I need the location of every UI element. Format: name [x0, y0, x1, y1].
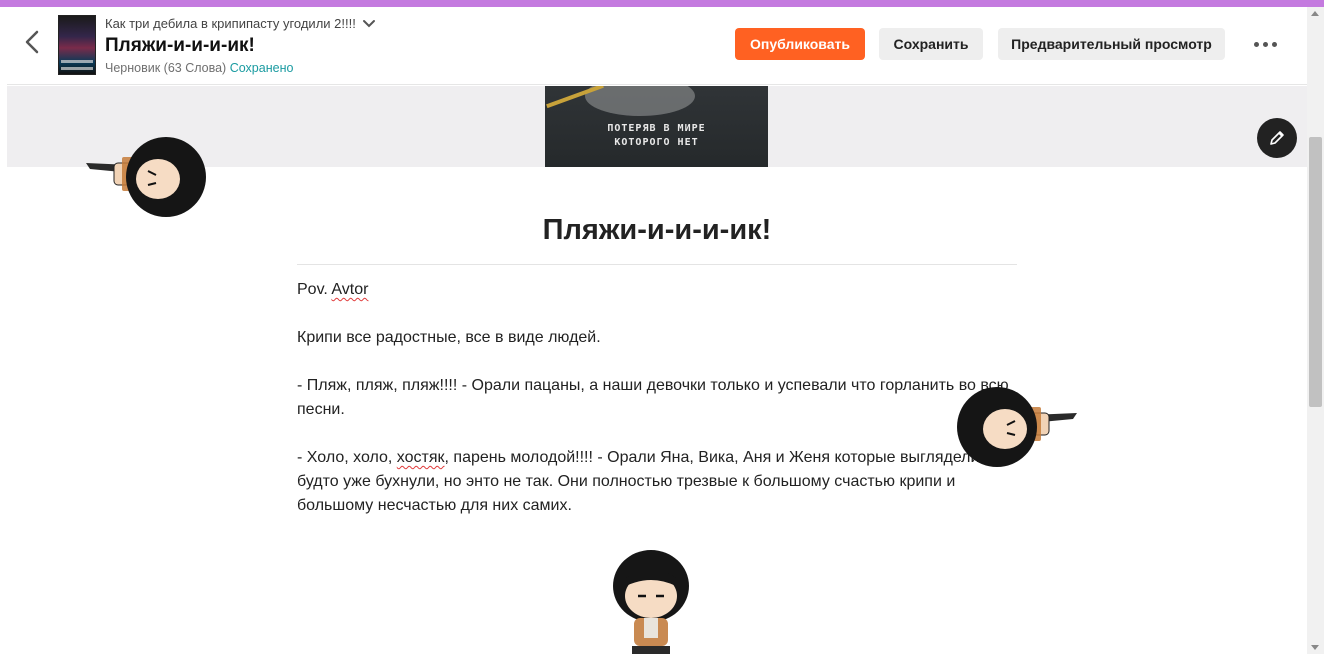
chevron-down-icon: [362, 19, 375, 27]
banner-caption-line-2: КОТОРОГО НЕТ: [614, 137, 699, 148]
document-body[interactable]: Pov. Avtor Крипи все радостные, все в ви…: [297, 278, 1019, 542]
story-selector[interactable]: Как три дебила в крипипасту угодили 2!!!…: [105, 16, 376, 31]
chibi-sticker-right: [957, 387, 1077, 467]
publish-button[interactable]: Опубликовать: [735, 28, 865, 60]
banner-caption-line-1: ПОТЕРЯВ В МИРЕ: [607, 123, 706, 134]
save-status: Сохранено: [229, 61, 294, 75]
page-scrollbar[interactable]: [1307, 7, 1324, 654]
save-button[interactable]: Сохранить: [879, 28, 983, 60]
banner-image: ПОТЕРЯВ В МИРЕ КОТОРОГО НЕТ: [545, 86, 768, 167]
scroll-down-arrow-icon[interactable]: [1311, 645, 1319, 650]
chevron-left-icon: [25, 30, 39, 54]
document-title[interactable]: Пляжи-и-и-и-ик!: [297, 214, 1017, 247]
edit-banner-button[interactable]: [1257, 118, 1297, 158]
draft-status: Черновик (63 Слова): [105, 61, 227, 75]
back-button[interactable]: [17, 27, 47, 57]
part-title: Пляжи-и-и-и-ик!: [105, 35, 255, 56]
story-cover-thumbnail[interactable]: [58, 15, 96, 75]
spellcheck-flagged-word: Avtor: [331, 281, 369, 298]
chibi-sticker-bottom: [613, 550, 689, 654]
paragraph: - Холо, холо, хостяк, парень молодой!!!!…: [297, 449, 1007, 514]
pencil-icon: [1270, 131, 1284, 145]
preview-button[interactable]: Предварительный просмотр: [998, 28, 1225, 60]
story-title: Как три дебила в крипипасту угодили 2!!!…: [105, 16, 356, 31]
editor-header: Как три дебила в крипипасту угодили 2!!!…: [7, 7, 1307, 85]
top-accent-bar: [0, 0, 1324, 7]
paragraph: Pov. Avtor: [297, 281, 369, 298]
more-options-button[interactable]: [1247, 33, 1283, 55]
scroll-up-arrow-icon[interactable]: [1311, 11, 1319, 16]
chibi-sticker-left: [86, 137, 206, 217]
spellcheck-flagged-word: хостяк: [396, 449, 445, 466]
paragraph: - Пляж, пляж, пляж!!!! - Орали пацаны, а…: [297, 377, 1009, 418]
title-divider: [297, 264, 1017, 265]
paragraph: Крипи все радостные, все в виде людей.: [297, 329, 601, 346]
draft-meta: Черновик (63 Слова) Сохранено: [105, 61, 293, 75]
more-horizontal-icon: [1253, 41, 1259, 47]
scroll-thumb[interactable]: [1309, 137, 1322, 407]
